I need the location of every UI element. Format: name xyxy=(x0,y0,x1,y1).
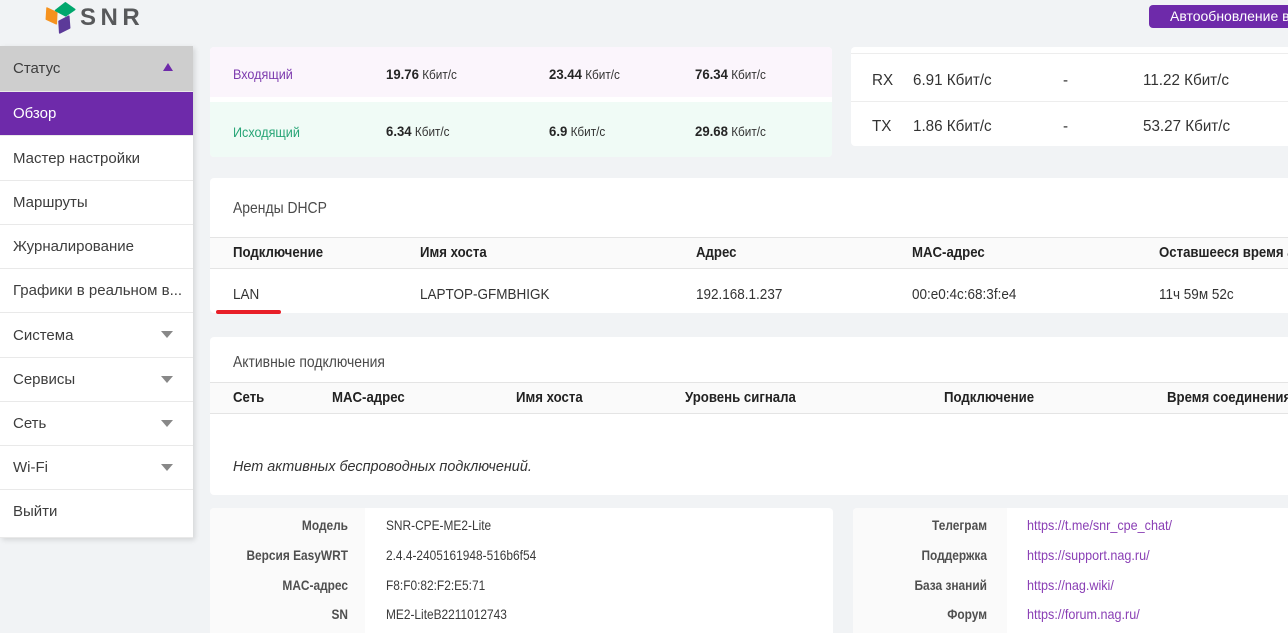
svg-text:SNR: SNR xyxy=(80,4,144,31)
